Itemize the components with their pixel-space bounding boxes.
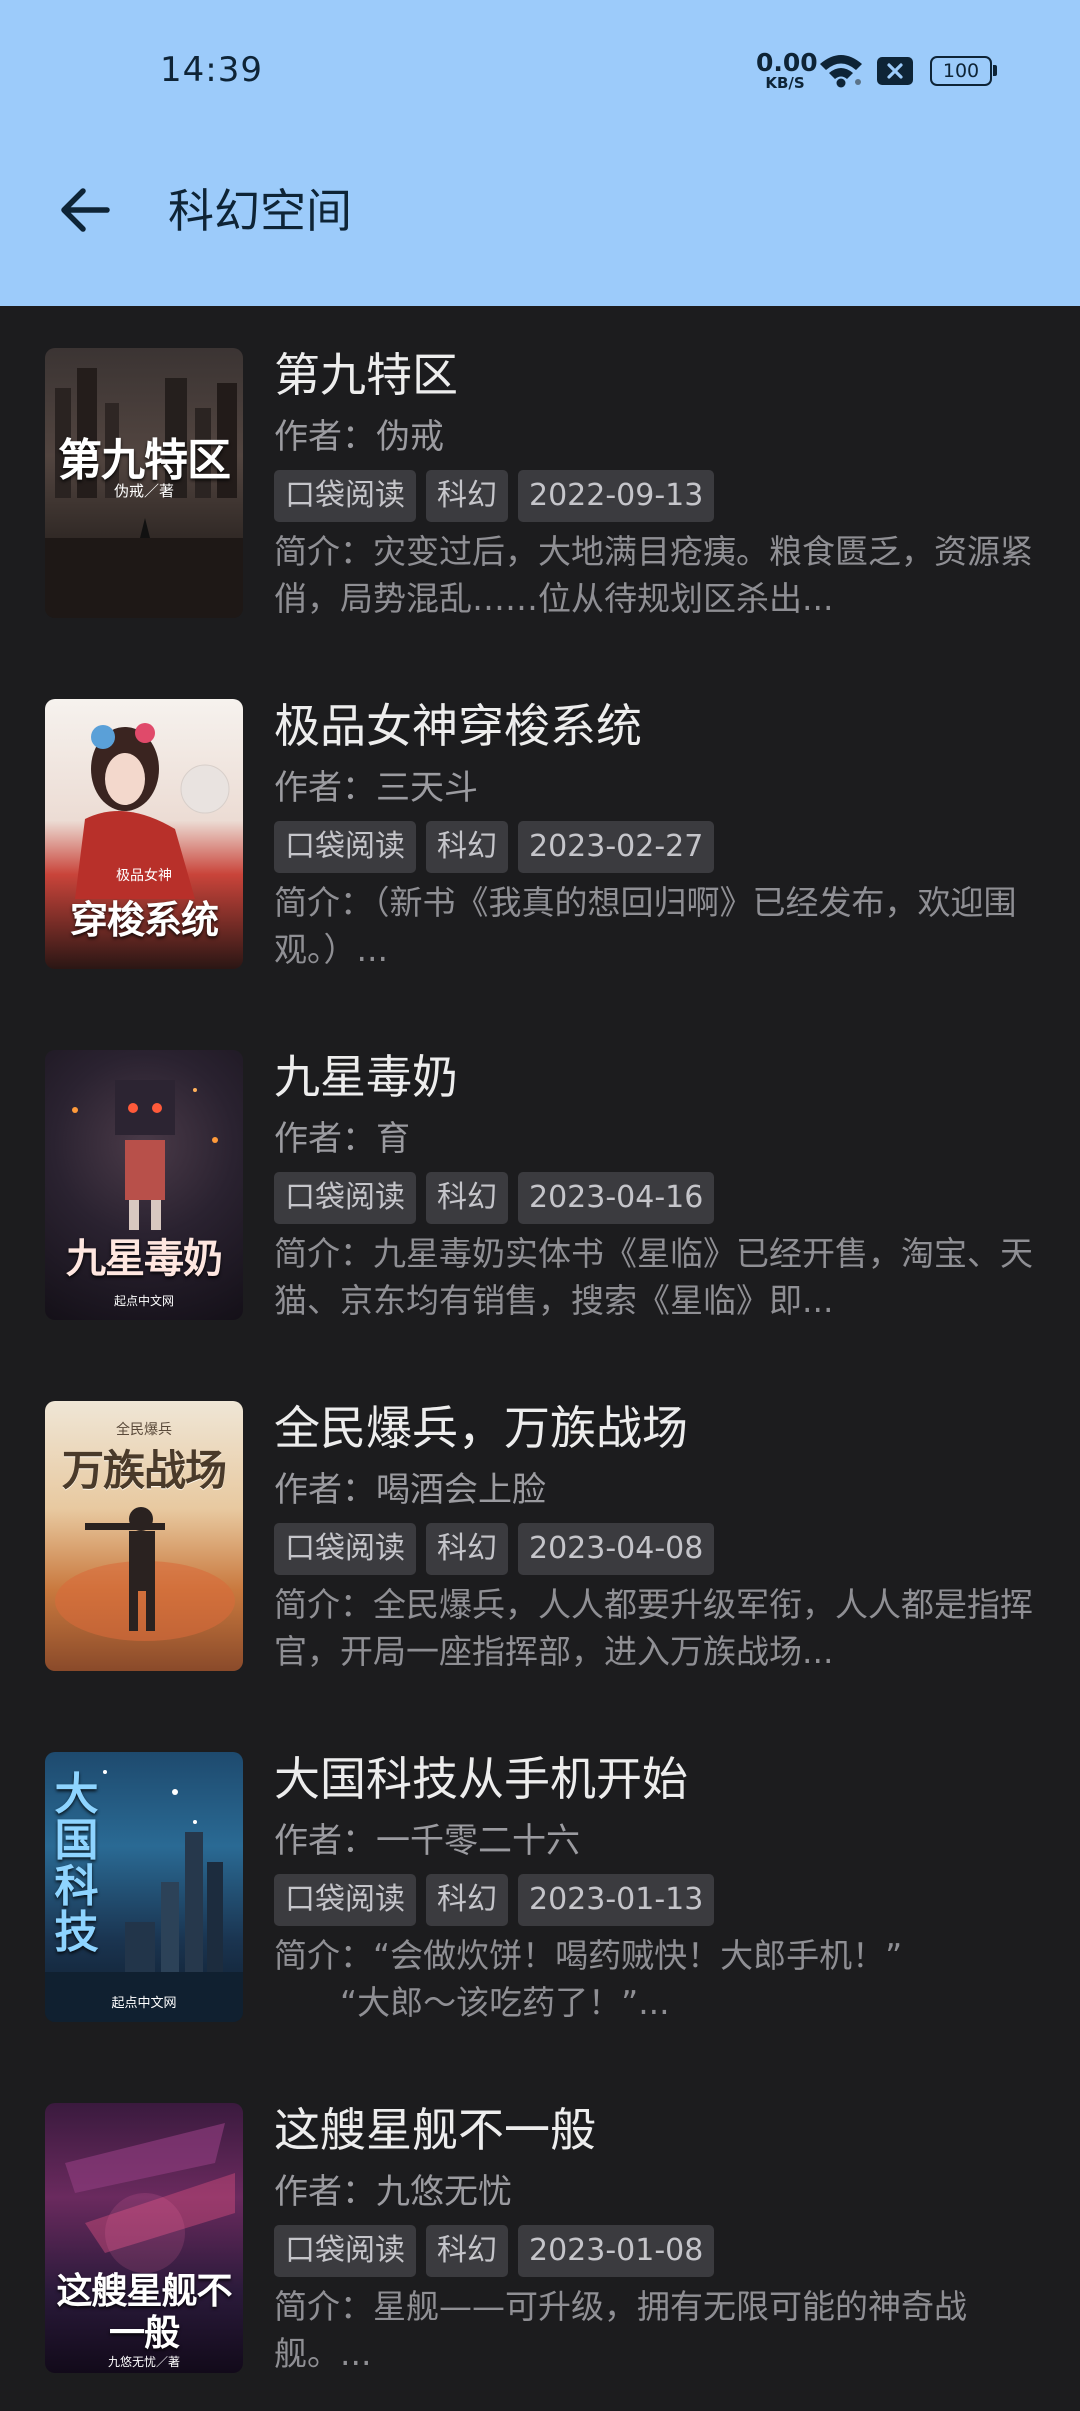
tag-source: 口袋阅读 xyxy=(274,2225,416,2277)
tag-genre: 科幻 xyxy=(426,1874,508,1926)
cover-publisher: 起点中文网 xyxy=(113,1294,174,1308)
battery-level: 100 xyxy=(930,56,992,86)
book-cover[interactable]: 这艘星舰不一般 九悠无忧／著 xyxy=(45,2103,243,2373)
book-cover[interactable]: 九星毒奶 起点中文网 xyxy=(45,1050,243,1320)
wifi-icon xyxy=(820,55,862,88)
tag-date: 2023-01-08 xyxy=(518,2225,715,2277)
book-item[interactable]: 全民爆兵 万族战场 全民爆兵，万族战场 作者：喝酒会上脸 口袋阅读 科幻 202… xyxy=(0,1359,1080,1709)
tag-date: 2023-01-13 xyxy=(518,1874,715,1926)
book-intro: 简介：（新书《我真的想回归啊》已经发布，欢迎围观。）... xyxy=(274,883,1017,969)
tag-date: 2023-04-08 xyxy=(518,1523,715,1575)
book-cover[interactable]: 全民爆兵 万族战场 xyxy=(45,1401,243,1671)
book-item[interactable]: 极品女神 穿梭系统 极品女神穿梭系统 作者：三天斗 口袋阅读 科幻 2023-0… xyxy=(0,657,1080,1007)
tag-genre: 科幻 xyxy=(426,2225,508,2277)
book-author: 作者：喝酒会上脸 xyxy=(274,1470,546,1510)
book-author: 作者：伪戒 xyxy=(274,417,444,457)
cover-title: 穿梭系统 xyxy=(69,898,219,942)
sim-disabled-icon xyxy=(877,57,913,85)
tag-genre: 科幻 xyxy=(426,470,508,522)
book-title: 第九特区 xyxy=(274,348,458,402)
page-title: 科幻空间 xyxy=(168,184,352,238)
book-title: 极品女神穿梭系统 xyxy=(274,699,642,753)
book-title: 大国科技从手机开始 xyxy=(274,1752,688,1806)
battery-icon: 100 xyxy=(930,56,1000,86)
tag-date: 2023-02-27 xyxy=(518,821,715,873)
book-author: 作者：三天斗 xyxy=(274,768,478,808)
book-author: 作者：一千零二十六 xyxy=(274,1821,580,1861)
book-intro: 简介：星舰——可升级，拥有无限可能的神奇战舰。... xyxy=(274,2287,967,2373)
book-author: 作者：九悠无忧 xyxy=(274,2172,512,2212)
book-item[interactable]: 第九特区 伪戒／著 第九特区 作者：伪戒 口袋阅读 科幻 2022-09-13 … xyxy=(0,306,1080,656)
book-tags: 口袋阅读 科幻 2023-02-27 xyxy=(274,821,715,873)
tag-source: 口袋阅读 xyxy=(274,1874,416,1926)
book-intro: 简介：全民爆兵，人人都要升级军衔，人人都是指挥官，开局一座指挥部，进入万族战场.… xyxy=(274,1585,1033,1671)
cover-publisher: 起点中文网 xyxy=(111,1996,177,2011)
book-intro: 简介：灾变过后，大地满目疮痍。粮食匮乏，资源紧俏，局势混乱……位从待规划区杀出.… xyxy=(274,532,1033,618)
cover-title: 这艘星舰不一般 xyxy=(56,2271,232,2354)
tag-genre: 科幻 xyxy=(426,1172,508,1224)
cover-tagline: 极品女神 xyxy=(116,868,172,884)
book-title: 这艘星舰不一般 xyxy=(274,2103,596,2157)
network-speed-unit: KB/S xyxy=(765,74,805,92)
book-tags: 口袋阅读 科幻 2023-01-08 xyxy=(274,2225,715,2277)
cover-title: 万族战场 xyxy=(61,1446,227,1495)
book-cover[interactable]: 极品女神 穿梭系统 xyxy=(45,699,243,969)
tag-source: 口袋阅读 xyxy=(274,470,416,522)
back-button[interactable] xyxy=(44,170,124,250)
tag-source: 口袋阅读 xyxy=(274,1523,416,1575)
cover-author: 九悠无忧／著 xyxy=(107,2355,180,2369)
book-cover[interactable]: 第九特区 伪戒／著 xyxy=(45,348,243,618)
arrow-left-icon xyxy=(61,188,110,232)
cover-title: 大国科技 xyxy=(54,1769,99,1958)
network-speed: 0.00 KB/S xyxy=(756,48,818,92)
book-tags: 口袋阅读 科幻 2022-09-13 xyxy=(274,470,715,522)
book-title: 九星毒奶 xyxy=(274,1050,458,1104)
cover-title: 九星毒奶 xyxy=(66,1236,223,1282)
book-item[interactable]: 九星毒奶 起点中文网 九星毒奶 作者：育 口袋阅读 科幻 2023-04-16 … xyxy=(0,1008,1080,1358)
book-tags: 口袋阅读 科幻 2023-04-08 xyxy=(274,1523,715,1575)
tag-date: 2023-04-16 xyxy=(518,1172,715,1224)
tag-genre: 科幻 xyxy=(426,1523,508,1575)
book-item[interactable]: 这艘星舰不一般 九悠无忧／著 这艘星舰不一般 作者：九悠无忧 口袋阅读 科幻 2… xyxy=(0,2061,1080,2411)
battery-nub xyxy=(993,65,997,76)
cover-tagline: 全民爆兵 xyxy=(116,1422,172,1438)
cover-author: 伪戒／著 xyxy=(113,482,174,500)
tag-source: 口袋阅读 xyxy=(274,821,416,873)
status-time: 14:39 xyxy=(160,50,263,90)
tag-genre: 科幻 xyxy=(426,821,508,873)
network-speed-value: 0.00 xyxy=(756,48,818,77)
book-title: 全民爆兵，万族战场 xyxy=(274,1401,688,1455)
book-cover[interactable]: 大国科技 起点中文网 xyxy=(45,1752,243,2022)
book-item[interactable]: 大国科技 起点中文网 大国科技从手机开始 作者：一千零二十六 口袋阅读 科幻 2… xyxy=(0,1710,1080,2060)
book-tags: 口袋阅读 科幻 2023-04-16 xyxy=(274,1172,715,1224)
tag-source: 口袋阅读 xyxy=(274,1172,416,1224)
cover-title: 第九特区 xyxy=(58,435,231,486)
app-header: 14:39 0.00 KB/S 100 科幻空间 xyxy=(0,0,1080,306)
book-tags: 口袋阅读 科幻 2023-01-13 xyxy=(274,1874,715,1926)
book-author: 作者：育 xyxy=(274,1119,410,1159)
book-intro: 简介：“会做炊饼！喝药贼快！大郎手机！” “大郎～该吃药了！”... xyxy=(274,1936,903,2022)
tag-date: 2022-09-13 xyxy=(518,470,715,522)
book-intro: 简介：九星毒奶实体书《星临》已经开售，淘宝、天猫、京东均有销售，搜索《星临》即.… xyxy=(274,1234,1033,1320)
